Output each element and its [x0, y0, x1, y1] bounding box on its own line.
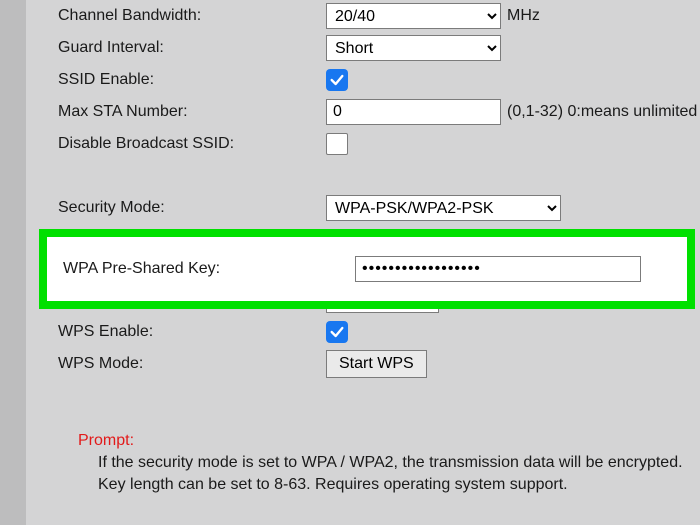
- row-security-mode: Security Mode: WPA-PSK/WPA2-PSK: [26, 192, 700, 224]
- prompt-block: Prompt: If the security mode is set to W…: [78, 432, 700, 496]
- row-ssid-enable: SSID Enable:: [26, 64, 700, 96]
- max-sta-input[interactable]: [326, 99, 501, 125]
- wps-mode-label: WPS Mode:: [26, 355, 326, 373]
- guard-interval-select[interactable]: Short: [326, 35, 501, 61]
- prompt-line-1: If the security mode is set to WPA / WPA…: [78, 452, 700, 474]
- wps-enable-label: WPS Enable:: [26, 323, 326, 341]
- max-sta-label: Max STA Number:: [26, 103, 326, 121]
- wps-enable-checkbox[interactable]: [326, 321, 348, 343]
- row-max-sta: Max STA Number: (0,1-32) 0:means unlimit…: [26, 96, 700, 128]
- row-wps-mode: WPS Mode: Start WPS: [26, 348, 700, 380]
- prompt-line-2: Key length can be set to 8-63. Requires …: [78, 474, 700, 496]
- row-channel-bandwidth: Channel Bandwidth: 20/40 MHz: [26, 0, 700, 32]
- disable-broadcast-label: Disable Broadcast SSID:: [26, 135, 326, 153]
- channel-bandwidth-label: Channel Bandwidth:: [26, 7, 326, 25]
- channel-bandwidth-unit: MHz: [507, 7, 540, 25]
- settings-panel: Channel Bandwidth: 20/40 MHz Guard Inter…: [26, 0, 700, 525]
- row-disable-broadcast: Disable Broadcast SSID:: [26, 128, 700, 160]
- max-sta-hint: (0,1-32) 0:means unlimited: [507, 103, 697, 121]
- channel-bandwidth-select[interactable]: 20/40: [326, 3, 501, 29]
- ssid-enable-checkbox[interactable]: [326, 69, 348, 91]
- security-mode-label: Security Mode:: [26, 199, 326, 217]
- checkmark-icon: [329, 72, 345, 88]
- security-mode-select[interactable]: WPA-PSK/WPA2-PSK: [326, 195, 561, 221]
- ssid-enable-label: SSID Enable:: [26, 71, 326, 89]
- row-wps-enable: WPS Enable:: [26, 316, 700, 348]
- wpa-encryption-label: WPA Encryption:: [26, 291, 326, 309]
- prompt-title: Prompt:: [78, 432, 700, 450]
- wpa-encryption-select[interactable]: AES: [326, 287, 439, 313]
- disable-broadcast-checkbox[interactable]: [326, 133, 348, 155]
- checkmark-icon: [329, 324, 345, 340]
- row-guard-interval: Guard Interval: Short: [26, 32, 700, 64]
- row-wpa-encryption: WPA Encryption: AES: [26, 284, 700, 316]
- wpa-psk-input[interactable]: [355, 256, 641, 282]
- guard-interval-label: Guard Interval:: [26, 39, 326, 57]
- start-wps-button[interactable]: Start WPS: [326, 350, 427, 378]
